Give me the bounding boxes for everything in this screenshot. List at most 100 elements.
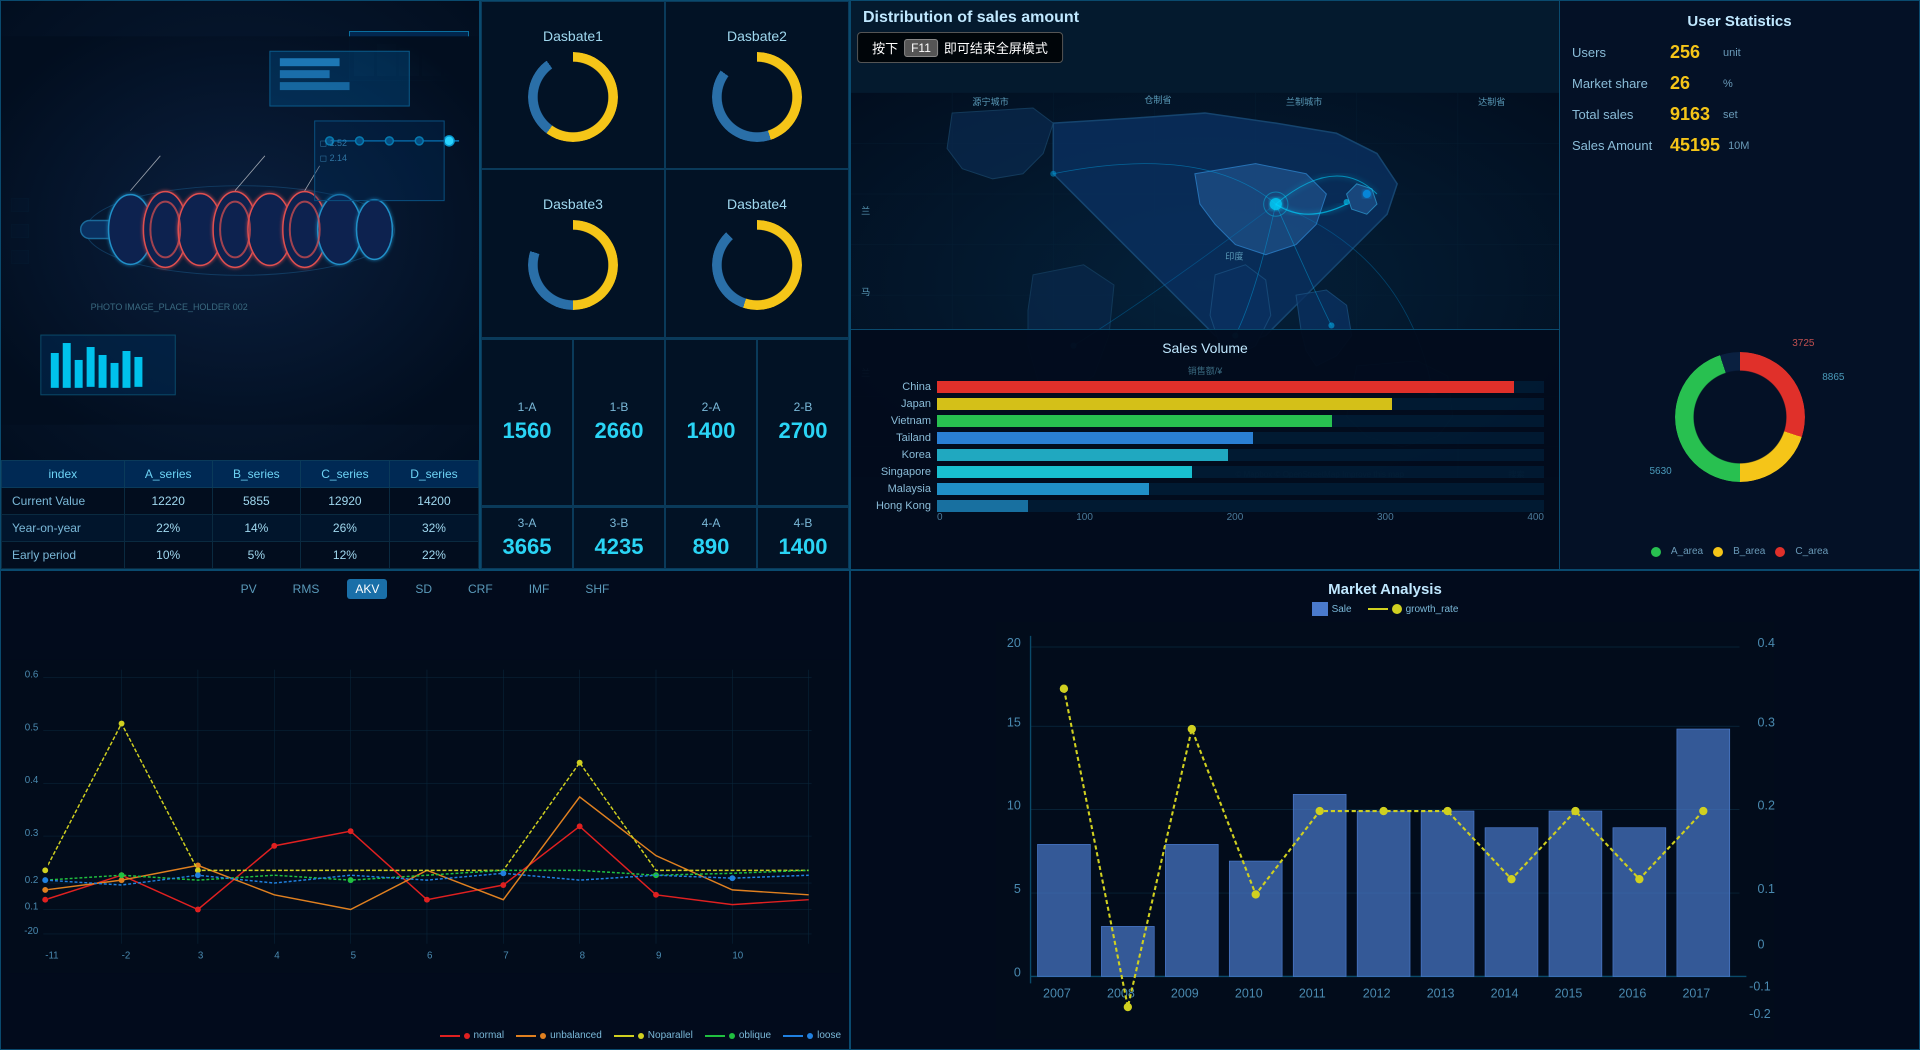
number-tile: 4-A 890 [665,507,757,569]
stat-total: Total sales 9163 set [1572,104,1907,125]
donut-label-8865: 8865 [1822,372,1844,383]
chart-tab-pv[interactable]: PV [233,579,265,599]
legend-dot-a [1651,547,1661,557]
tile-label: 4-A [702,516,721,530]
number-tile: 4-B 1400 [757,507,849,569]
th-index: index [2,461,125,488]
legend-dot [807,1033,813,1039]
bar-row-japan: Japan [866,398,1544,410]
table-cell-a: 12220 [124,488,212,515]
bar-fill [937,483,1149,495]
legend-dot [464,1033,470,1039]
tile-label: 3-A [518,516,537,530]
legend-line [705,1035,725,1037]
map-panel: Distribution of sales amount [851,1,1559,569]
legend-name: loose [817,1030,841,1041]
legend-dot-c [1775,547,1785,557]
svg-text:2016: 2016 [1619,986,1647,1000]
chart-tabs[interactable]: PV RMS AKV SD CRF IMF SHF [9,579,841,599]
number-tile: 1-A 1560 [481,339,573,506]
line-chart-legend: normal unbalanced Noparallel oblique loo… [9,1030,841,1041]
donut-1 [528,52,618,142]
svg-text:PHOTO IMAGE_PLACE_HOLDER 002: PHOTO IMAGE_PLACE_HOLDER 002 [91,302,248,312]
table-cell-d: 32% [389,515,478,542]
amount-value: 45195 [1670,135,1720,156]
svg-text:0: 0 [1014,965,1021,979]
chart-tab-sd[interactable]: SD [407,579,440,599]
chart-tab-rms[interactable]: RMS [285,579,328,599]
svg-text:0.4: 0.4 [25,775,39,786]
chart-tab-akv[interactable]: AKV [347,579,387,599]
tile-value: 1400 [779,534,828,560]
legend-growth-icon [1368,608,1388,610]
dasbate4-item: Dasbate4 [665,169,849,337]
market-value: 26 [1670,73,1715,94]
svg-text:0.4: 0.4 [1758,636,1775,650]
tile-label: 2-A [702,400,721,414]
f11-key-badge: F11 [904,39,938,57]
amount-unit: 10M [1728,140,1749,152]
bar-track [937,449,1544,461]
total-value: 9163 [1670,104,1715,125]
svg-text:◻ 2.14: ◻ 2.14 [320,153,347,163]
chart-tab-shf[interactable]: SHF [577,579,617,599]
legend-dot [729,1033,735,1039]
chart-tab-imf[interactable]: IMF [521,579,558,599]
legend-item-loose: loose [783,1030,841,1041]
bar-label: Hong Kong [866,500,931,512]
bar-label: Vietnam [866,415,931,427]
svg-text:2014: 2014 [1491,986,1519,1000]
legend-line [440,1035,460,1037]
user-stats-title: User Statistics [1572,13,1907,30]
map-title: Distribution of sales amount [863,9,1079,27]
table-cell-label: Early period [2,542,125,569]
table-row: Early period 10% 5% 12% 22% [2,542,479,569]
svg-text:印度: 印度 [1225,251,1243,262]
dashboard: ◻ 1.52 ◻ 2.14 PHOTO IMAGE_PLACE_HOLDER 0… [0,0,1920,1050]
bar-track [937,398,1544,410]
sales-volume-panel: Sales Volume 销售额/¥ China Japan Vietnam T… [851,329,1559,569]
th-d: D_series [389,461,478,488]
number-tile: 3-A 3665 [481,507,573,569]
tile-label: 4-B [794,516,813,530]
th-a: A_series [124,461,212,488]
table-cell-b: 5% [212,542,300,569]
dasbate4-title: Dasbate4 [727,196,787,212]
legend-growth-dot [1392,604,1402,614]
bar-track [937,500,1544,512]
table-cell-a: 10% [124,542,212,569]
table-cell-c: 12% [300,542,389,569]
legend-name: unbalanced [550,1030,602,1041]
svg-text:-11: -11 [45,950,58,961]
legend-growth: growth_rate [1368,602,1459,616]
table-row: Current Value 12220 5855 12920 14200 [2,488,479,515]
market-unit: % [1723,78,1733,90]
legend-dot [540,1033,546,1039]
line-chart: 0.6 0.5 0.4 0.3 0.2 0.1 -20 [9,607,841,1026]
legend-dot [638,1033,644,1039]
svg-text:15: 15 [1007,715,1021,729]
dasbate3-donut [528,220,618,310]
chart-tab-crf[interactable]: CRF [460,579,501,599]
donut-4 [712,220,802,310]
bar-track [937,381,1544,393]
bar-label: China [866,381,931,393]
bar-row-malaysia: Malaysia [866,483,1544,495]
svg-text:2009: 2009 [1171,986,1199,1000]
svg-text:2007: 2007 [1043,986,1071,1000]
tile-label: 1-B [610,400,629,414]
dasbate4-donut [712,220,802,310]
f11-overlay: 按下 F11 即可结束全屏模式 [857,32,1063,63]
legend-name: normal [474,1030,505,1041]
bar-fill [937,398,1392,410]
svg-text:2011: 2011 [1299,986,1326,1000]
svg-text:0.3: 0.3 [25,828,39,839]
users-value: 256 [1670,42,1715,63]
total-unit: set [1723,109,1738,121]
right-top-panel: Distribution of sales amount [850,0,1920,570]
svg-text:-20: -20 [24,926,39,937]
big-donut [1675,352,1805,482]
stat-users: Users 256 unit [1572,42,1907,63]
users-unit: unit [1723,47,1741,59]
bar-label: Tailand [866,432,931,444]
